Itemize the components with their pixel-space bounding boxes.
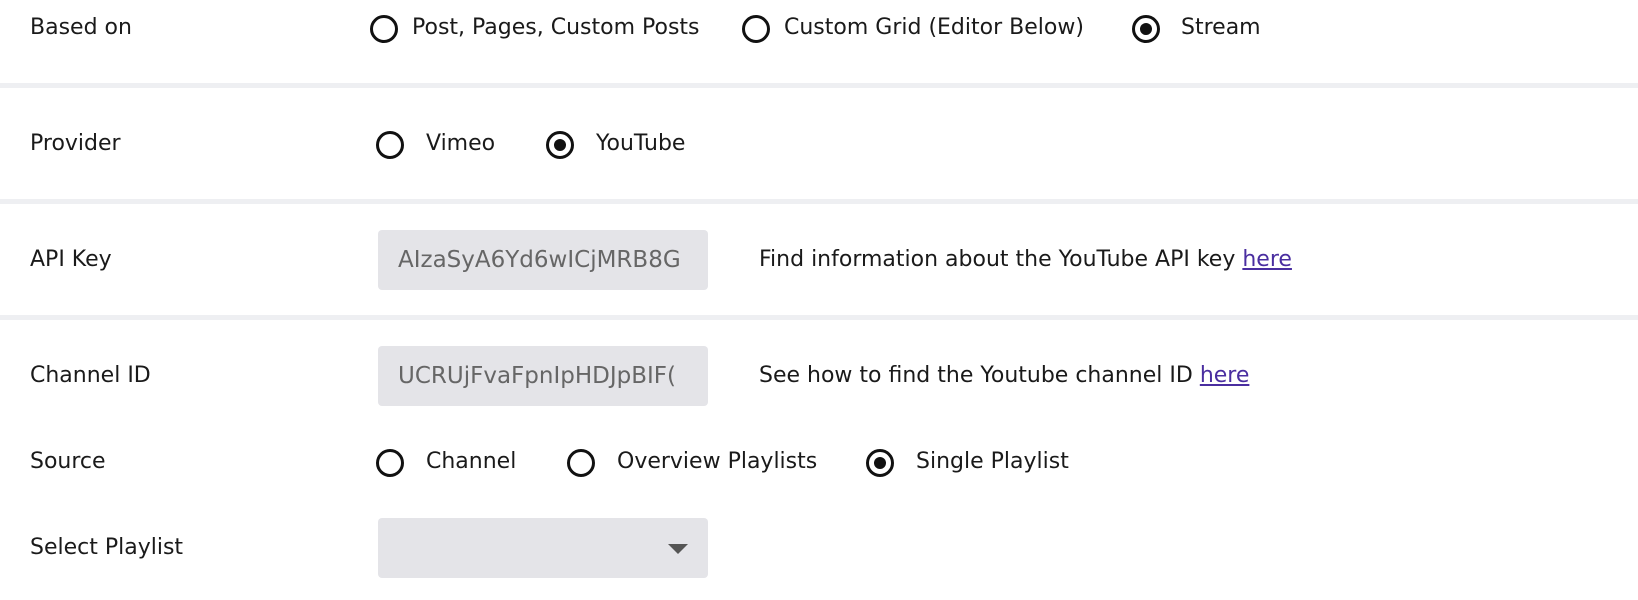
- caret-down-icon: [668, 544, 688, 554]
- api-key-help: Find information about the YouTube API k…: [759, 230, 1292, 290]
- radio-label: Stream: [1181, 15, 1261, 40]
- api-key-input[interactable]: [378, 230, 708, 290]
- radio-circle-icon: [376, 131, 404, 159]
- radio-label: Channel: [426, 449, 517, 474]
- source-label: Source: [30, 449, 106, 474]
- channel-id-label: Channel ID: [30, 363, 151, 388]
- radio-label: Single Playlist: [916, 449, 1069, 474]
- radio-circle-icon: [376, 449, 404, 477]
- radio-label: YouTube: [596, 131, 686, 156]
- radio-circle-icon: [742, 15, 770, 43]
- radio-label: Custom Grid (Editor Below): [784, 15, 1084, 40]
- based-on-section: Based on Post, Pages, Custom Posts Custo…: [0, 0, 1638, 83]
- radio-circle-icon: [370, 15, 398, 43]
- youtube-settings-section: Channel ID See how to find the Youtube c…: [0, 320, 1638, 600]
- select-playlist-label: Select Playlist: [30, 535, 184, 560]
- radio-checked-icon: [1132, 15, 1160, 43]
- radio-checked-icon: [866, 449, 894, 477]
- channel-id-input[interactable]: [378, 346, 708, 406]
- provider-label: Provider: [30, 131, 121, 156]
- channel-id-help-text: See how to find the Youtube channel ID: [759, 363, 1200, 388]
- provider-row: Provider Vimeo YouTube: [0, 124, 1638, 164]
- api-key-help-text: Find information about the YouTube API k…: [759, 247, 1243, 272]
- radio-label: Overview Playlists: [617, 449, 818, 474]
- based-on-row: Based on Post, Pages, Custom Posts Custo…: [0, 8, 1638, 48]
- based-on-label: Based on: [30, 15, 132, 40]
- radio-label: Post, Pages, Custom Posts: [412, 15, 700, 40]
- radio-label: Vimeo: [426, 131, 496, 156]
- channel-id-help-link[interactable]: here: [1200, 363, 1250, 388]
- radio-checked-icon: [546, 131, 574, 159]
- radio-circle-icon: [567, 449, 595, 477]
- provider-section: Provider Vimeo YouTube: [0, 88, 1638, 199]
- source-row: Source Channel Overview Playlists Single…: [0, 442, 1638, 482]
- api-key-label: API Key: [30, 247, 112, 272]
- api-key-section: API Key Find information about the YouTu…: [0, 204, 1638, 315]
- select-playlist-dropdown[interactable]: [378, 518, 708, 578]
- channel-id-help: See how to find the Youtube channel ID h…: [759, 346, 1249, 406]
- api-key-help-link[interactable]: here: [1242, 247, 1292, 272]
